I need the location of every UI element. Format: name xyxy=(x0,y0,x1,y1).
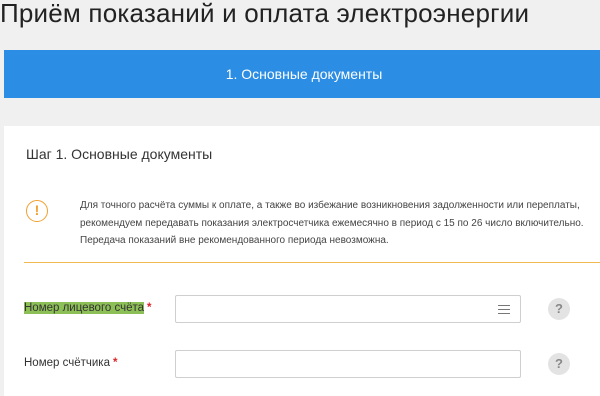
page-title: Приём показаний и оплата электроэнергии xyxy=(0,0,530,28)
tab-main-documents-label: 1. Основные документы xyxy=(225,66,383,82)
notice-box: ! Для точного расчёта суммы к оплате, а … xyxy=(24,184,600,263)
menu-icon[interactable] xyxy=(498,305,510,314)
account-number-label: Номер лицевого счёта * xyxy=(24,302,152,314)
account-number-input[interactable] xyxy=(175,295,521,323)
meter-number-label: Номер счётчика * xyxy=(24,357,117,369)
notice-line: Передача показаний вне рекомендованного … xyxy=(80,235,389,246)
notice-line: Для точного расчёта суммы к оплате, а та… xyxy=(80,200,580,211)
help-icon[interactable]: ? xyxy=(548,298,570,320)
help-icon[interactable]: ? xyxy=(548,353,570,375)
exclamation-icon: ! xyxy=(26,200,48,222)
required-mark: * xyxy=(112,357,118,369)
meter-number-row: Номер счётчика * ? xyxy=(24,350,600,380)
notice-line: рекомендуем передавать показания электро… xyxy=(80,217,584,229)
account-number-row: Номер лицевого счёта * ? xyxy=(24,295,600,325)
required-mark: * xyxy=(147,302,152,314)
notice-text: Для точного расчёта суммы к оплате, а та… xyxy=(80,197,600,250)
account-number-label-text: Номер лицевого счёта xyxy=(24,302,145,314)
step-heading: Шаг 1. Основные документы xyxy=(26,146,213,162)
form-card: Шаг 1. Основные документы ! Для точного … xyxy=(4,126,600,396)
tab-main-documents[interactable]: 1. Основные документы xyxy=(4,50,600,98)
meter-number-input[interactable] xyxy=(175,350,521,378)
meter-number-label-text: Номер счётчика xyxy=(24,357,110,369)
